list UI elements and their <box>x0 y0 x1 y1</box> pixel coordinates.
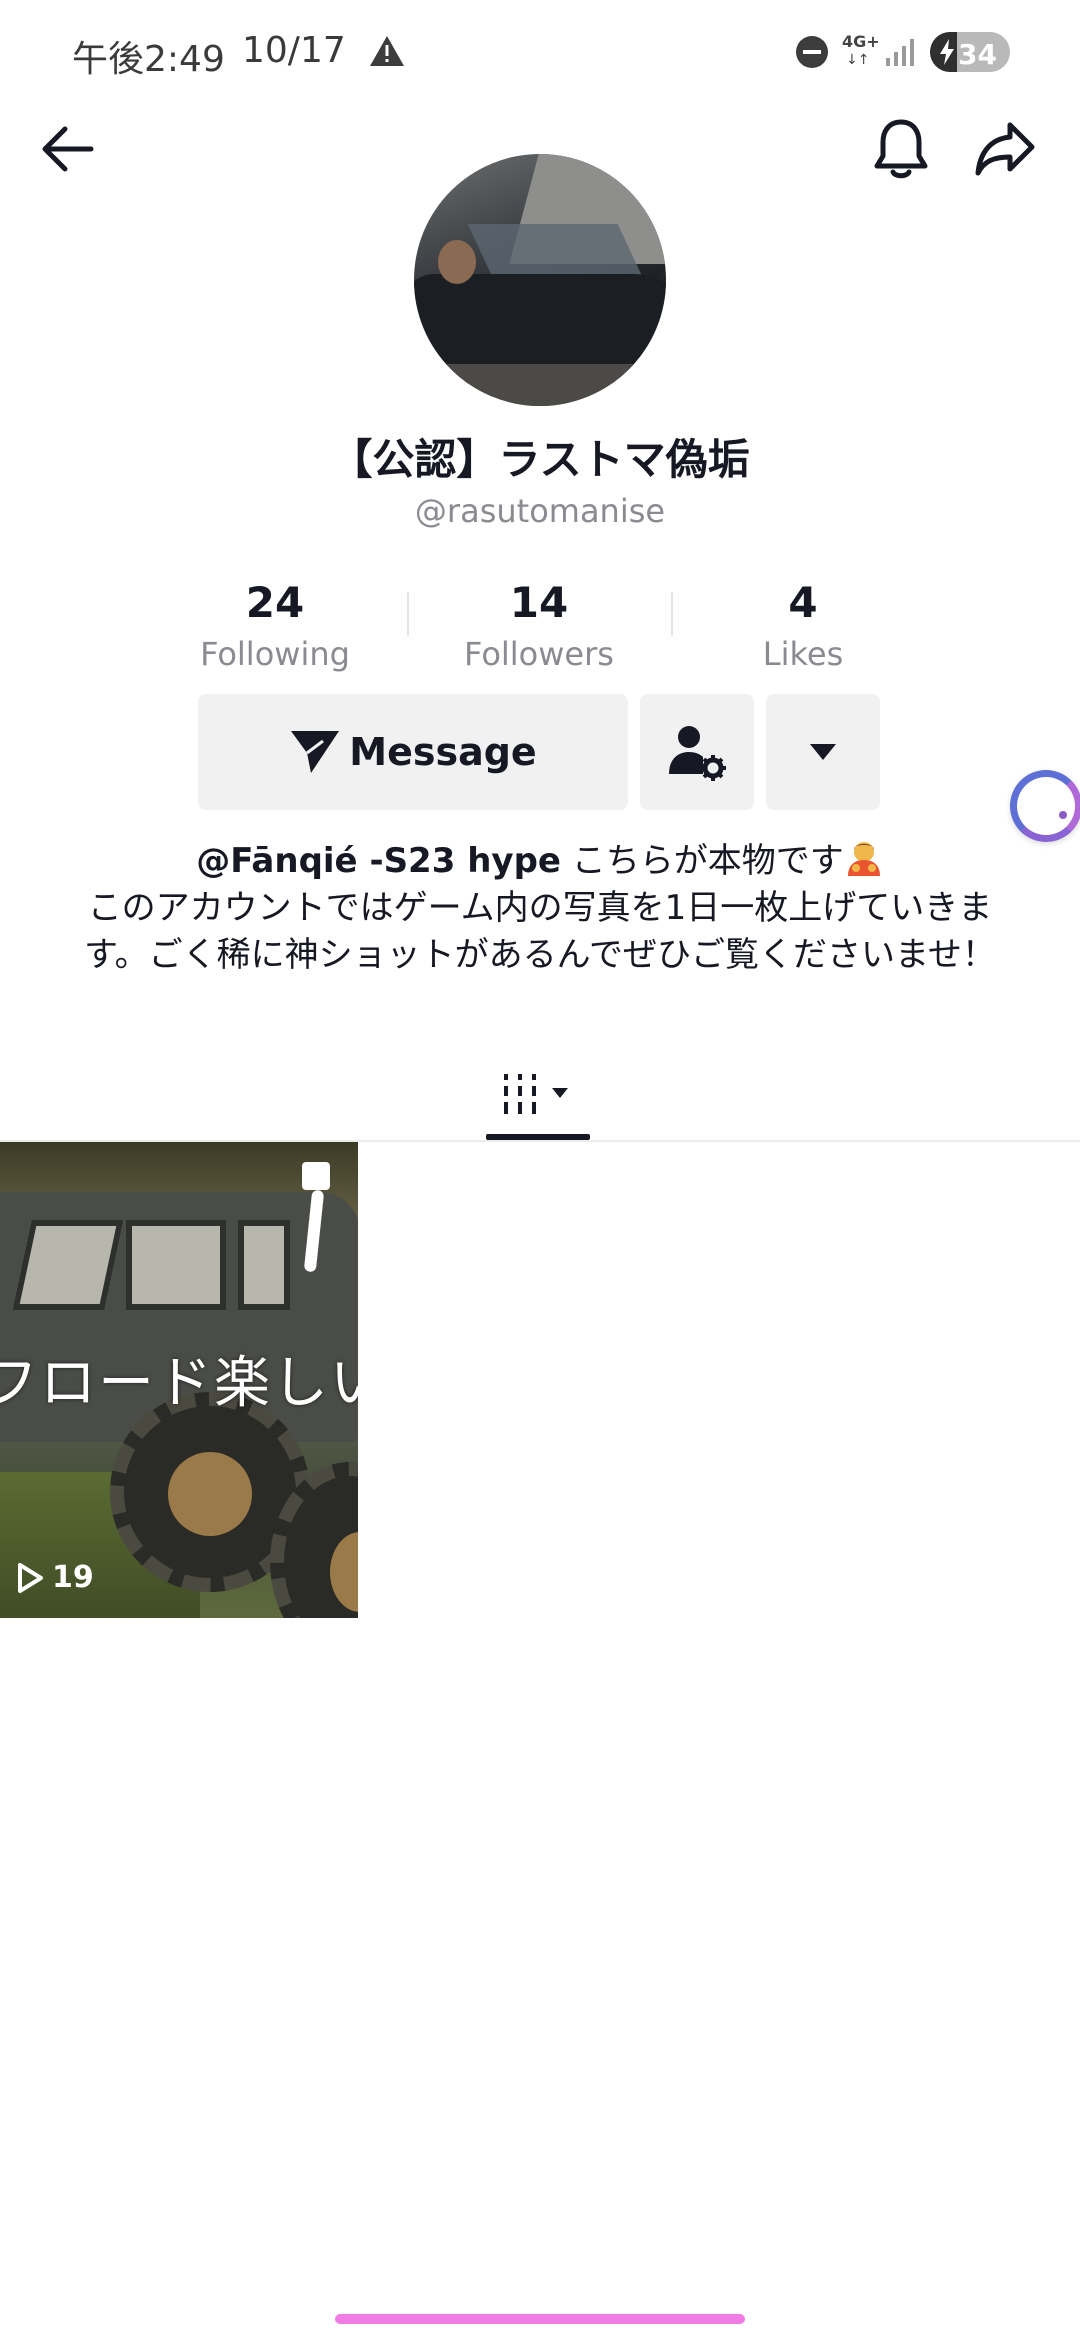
notifications-button[interactable] <box>856 104 946 194</box>
network-type: 4G+ <box>842 32 880 51</box>
warning-icon <box>370 36 404 66</box>
charging-bolt-icon <box>940 39 954 65</box>
bowing-person-emoji-icon <box>847 842 880 876</box>
share-button[interactable] <box>960 104 1050 194</box>
following-count: 24 <box>245 578 305 627</box>
user-settings-icon <box>669 726 726 781</box>
signal-icon <box>886 39 914 66</box>
play-icon <box>18 1562 43 1593</box>
status-bar: 午後2:49 10/17 4G+ ↓↑ 34 <box>0 0 1080 110</box>
grid-sort-icon <box>504 1074 568 1114</box>
thumbnail-sticker <box>302 1162 330 1190</box>
battery-indicator: 34 <box>930 32 1010 72</box>
following-label: Following <box>200 635 350 673</box>
do-not-disturb-icon <box>796 36 828 68</box>
thumbnail-wheel-hub <box>168 1452 252 1536</box>
bio-mention-link[interactable]: @Fānqié -S23 hype <box>196 841 561 881</box>
profile-avatar[interactable] <box>414 154 666 406</box>
share-arrow-icon <box>975 122 1035 176</box>
stat-divider <box>671 592 673 636</box>
likes-count: 4 <box>788 578 818 627</box>
thumbnail-truck-window <box>238 1220 290 1310</box>
followers-label: Followers <box>464 635 614 673</box>
display-name: 【公認】ラストマ偽垢 <box>330 435 750 484</box>
stat-divider <box>407 592 409 636</box>
tab-videos[interactable] <box>486 1052 594 1136</box>
video-thumbnail[interactable]: フロード楽しい 19 <box>0 1142 358 1618</box>
thumbnail-truck-window <box>12 1220 124 1310</box>
user-settings-button[interactable] <box>640 694 754 810</box>
bio-text-line1: こちらが本物です <box>560 841 844 881</box>
followers-stat[interactable]: 14 Followers <box>429 578 649 676</box>
likes-label: Likes <box>762 635 844 673</box>
video-view-count: 19 <box>16 1560 94 1595</box>
send-icon <box>291 731 340 773</box>
message-button-label: Message <box>349 730 537 774</box>
likes-stat[interactable]: 4 Likes <box>693 578 913 676</box>
thumbnail-truck-window <box>126 1220 226 1310</box>
bell-icon <box>874 119 928 179</box>
profile-screen: 午後2:49 10/17 4G+ ↓↑ 34 【公認】ラストマ偽垢 @rasut… <box>0 0 1080 2340</box>
more-options-button[interactable] <box>766 694 880 810</box>
home-indicator[interactable] <box>335 2314 745 2324</box>
following-stat[interactable]: 24 Following <box>165 578 385 676</box>
avatar-photo-driver <box>438 240 476 284</box>
status-time: 午後2:49 <box>72 39 225 80</box>
message-button[interactable]: Message <box>198 694 628 810</box>
arrow-left-icon <box>42 126 94 172</box>
floating-assistant-bubble[interactable] <box>1010 770 1080 842</box>
video-caption-overlay: フロード楽しい <box>0 1351 358 1416</box>
triangle-down-icon <box>810 744 836 760</box>
bio-text-body: このアカウントではゲーム内の写真を1日一枚上げていきます。ごく稀に神ショットがあ… <box>84 888 996 975</box>
status-date: 10/17 <box>242 30 346 71</box>
network-activity-icon: ↓↑ <box>846 52 870 68</box>
view-count-text: 19 <box>52 1560 94 1595</box>
battery-level-text: 34 <box>958 38 997 71</box>
username: @rasutomanise <box>414 492 666 530</box>
avatar-photo-ground <box>414 364 666 406</box>
profile-bio: @Fānqié -S23 hype こちらが本物です このアカウントではゲーム内… <box>80 838 1000 979</box>
back-button[interactable] <box>22 104 112 194</box>
followers-count: 14 <box>509 578 569 627</box>
